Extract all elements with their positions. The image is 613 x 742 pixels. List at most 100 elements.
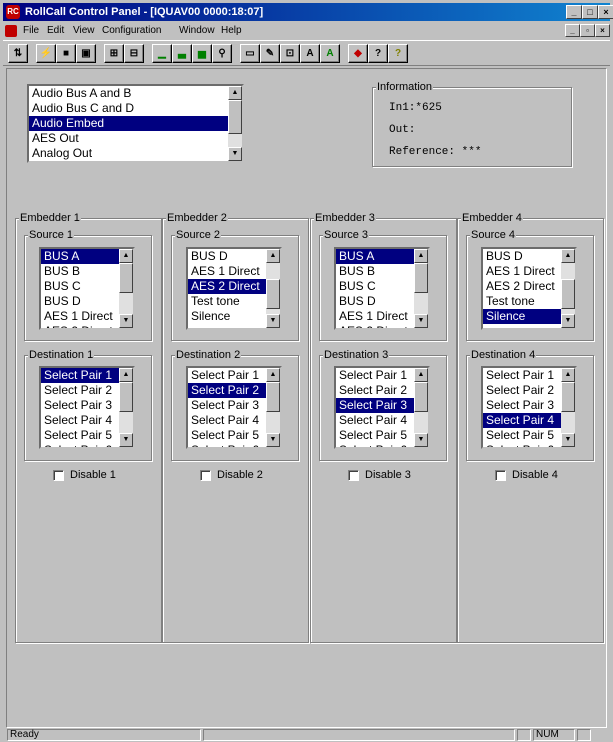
- scroll-down-icon[interactable]: ▼: [414, 433, 428, 447]
- destination-2-list[interactable]: Select Pair 1 Select Pair 2 Select Pair 3S…: [186, 366, 282, 449]
- book-icon[interactable]: ▭: [240, 44, 260, 63]
- question-icon[interactable]: ?: [388, 44, 408, 63]
- scroll-thumb[interactable]: [119, 382, 133, 412]
- disable-2-checkbox[interactable]: [200, 470, 211, 481]
- scroll-up-icon[interactable]: ▲: [561, 249, 575, 263]
- document-icon[interactable]: ▣: [76, 44, 96, 63]
- output-status: Out:: [389, 124, 416, 136]
- disable-1-checkbox[interactable]: [53, 470, 64, 481]
- scroll-down-icon[interactable]: ▼: [228, 147, 242, 161]
- disable-4-label[interactable]: Disable 4: [512, 469, 558, 481]
- sort-icon[interactable]: ⇅: [8, 44, 28, 63]
- mdi-close-button[interactable]: ×: [595, 24, 610, 37]
- scroll-up-icon[interactable]: ▲: [119, 368, 133, 382]
- scroll-thumb[interactable]: [119, 263, 133, 293]
- embedder-4-label: Embedder 4: [461, 212, 523, 224]
- scroll-up-icon[interactable]: ▲: [228, 86, 242, 100]
- status-panel-blank: [577, 729, 591, 741]
- maximize-button[interactable]: □: [582, 5, 598, 19]
- scroll-up-icon[interactable]: ▲: [266, 249, 280, 263]
- source-1-list[interactable]: BUS ABUS BBUS CBUS DAES 1 DirectAES 2 Di…: [39, 247, 135, 330]
- information-label: Information: [376, 81, 434, 93]
- eraser-icon[interactable]: ◆: [348, 44, 368, 63]
- scrollbar[interactable]: ▲ ▼: [414, 249, 428, 328]
- scroll-up-icon[interactable]: ▲: [414, 368, 428, 382]
- bar-medium-icon[interactable]: ▃: [172, 44, 192, 63]
- scrollbar[interactable]: ▲ ▼: [414, 368, 428, 447]
- disable-1-label[interactable]: Disable 1: [70, 469, 116, 481]
- scrollbar[interactable]: ▲ ▼: [561, 368, 575, 447]
- scrollbar[interactable]: ▲ ▼: [119, 249, 133, 328]
- text-a-green-icon[interactable]: A: [320, 44, 340, 63]
- scroll-thumb[interactable]: [561, 279, 575, 309]
- lock-icon[interactable]: ⊡: [280, 44, 300, 63]
- mdi-minimize-button[interactable]: _: [565, 24, 580, 37]
- source-4-list[interactable]: BUS D AES 1 Direct AES 2 Direct Test tone Si…: [481, 247, 577, 330]
- scroll-thumb[interactable]: [414, 382, 428, 412]
- source-3-list[interactable]: BUS ABUS BBUS CBUS DAES 1 DirectAES 2 Di…: [334, 247, 430, 330]
- scrollbar[interactable]: ▲ ▼: [119, 368, 133, 447]
- list-item[interactable]: Audio Bus A and B: [29, 86, 242, 101]
- scrollbar[interactable]: ▲ ▼: [228, 86, 242, 161]
- destination-1-list[interactable]: Select Pair 1 Select Pair 2 Select Pair 3S…: [39, 366, 135, 449]
- destination-1-label: Destination 1: [28, 349, 95, 361]
- client-area: Audio Bus A and B Audio Bus C and D Audi…: [6, 68, 607, 728]
- num-lock-indicator: NUM: [533, 729, 575, 741]
- edit-icon[interactable]: ✎: [260, 44, 280, 63]
- list-item[interactable]: AES Out: [29, 131, 242, 146]
- scroll-up-icon[interactable]: ▲: [266, 368, 280, 382]
- module-list[interactable]: Audio Bus A and B Audio Bus C and D Audi…: [27, 84, 244, 163]
- list-item[interactable]: Audio Embed: [29, 116, 242, 131]
- menu-window[interactable]: Window: [179, 22, 215, 40]
- scroll-down-icon[interactable]: ▼: [414, 314, 428, 328]
- disable-3-checkbox[interactable]: [348, 470, 359, 481]
- scroll-down-icon[interactable]: ▼: [561, 314, 575, 328]
- scroll-down-icon[interactable]: ▼: [119, 433, 133, 447]
- scroll-up-icon[interactable]: ▲: [561, 368, 575, 382]
- source-4-label: Source 4: [470, 229, 517, 241]
- network2-icon[interactable]: ⊟: [124, 44, 144, 63]
- bar-small-icon[interactable]: ▁: [152, 44, 172, 63]
- menu-configuration[interactable]: Configuration: [102, 22, 161, 40]
- scroll-down-icon[interactable]: ▼: [266, 314, 280, 328]
- scroll-thumb[interactable]: [561, 382, 575, 412]
- minimize-button[interactable]: _: [566, 5, 582, 19]
- scroll-thumb[interactable]: [228, 100, 242, 134]
- scroll-down-icon[interactable]: ▼: [561, 433, 575, 447]
- embedder-1-label: Embedder 1: [19, 212, 81, 224]
- scroll-down-icon[interactable]: ▼: [119, 314, 133, 328]
- source-3-label: Source 3: [323, 229, 370, 241]
- scrollbar[interactable]: ▲ ▼: [266, 249, 280, 328]
- menu-edit[interactable]: Edit: [47, 22, 64, 40]
- scroll-up-icon[interactable]: ▲: [119, 249, 133, 263]
- mdi-restore-button[interactable]: ▫: [580, 24, 595, 37]
- close-button[interactable]: ×: [598, 5, 613, 19]
- scroll-thumb[interactable]: [266, 382, 280, 412]
- menu-file[interactable]: File: [23, 22, 39, 40]
- disable-3-label[interactable]: Disable 3: [365, 469, 411, 481]
- save-icon[interactable]: ■: [56, 44, 76, 63]
- disable-4-checkbox[interactable]: [495, 470, 506, 481]
- network-icon[interactable]: ⊞: [104, 44, 124, 63]
- help-icon[interactable]: ?: [368, 44, 388, 63]
- scrollbar[interactable]: ▲ ▼: [266, 368, 280, 447]
- destination-3-label: Destination 3: [323, 349, 390, 361]
- destination-4-list[interactable]: Select Pair 1 Select Pair 2 Select Pair 3S…: [481, 366, 577, 449]
- bar-large-icon[interactable]: ▅: [192, 44, 212, 63]
- disable-2-label[interactable]: Disable 2: [217, 469, 263, 481]
- search-icon[interactable]: ⚲: [212, 44, 232, 63]
- menu-view[interactable]: View: [73, 22, 95, 40]
- scroll-down-icon[interactable]: ▼: [266, 433, 280, 447]
- scroll-up-icon[interactable]: ▲: [414, 249, 428, 263]
- mdi-child-icon[interactable]: [5, 25, 17, 37]
- scroll-thumb[interactable]: [266, 279, 280, 309]
- scrollbar[interactable]: ▲ ▼: [561, 249, 575, 328]
- destination-3-list[interactable]: Select Pair 1 Select Pair 2 Select Pair 3S…: [334, 366, 430, 449]
- scroll-thumb[interactable]: [414, 263, 428, 293]
- lightning-icon[interactable]: ⚡: [36, 44, 56, 63]
- source-2-list[interactable]: BUS D AES 1 Direct AES 2 Direct Test tone Si…: [186, 247, 282, 330]
- text-a-icon[interactable]: A: [300, 44, 320, 63]
- list-item[interactable]: Analog Out: [29, 146, 242, 161]
- list-item[interactable]: Audio Bus C and D: [29, 101, 242, 116]
- menu-help[interactable]: Help: [221, 22, 242, 40]
